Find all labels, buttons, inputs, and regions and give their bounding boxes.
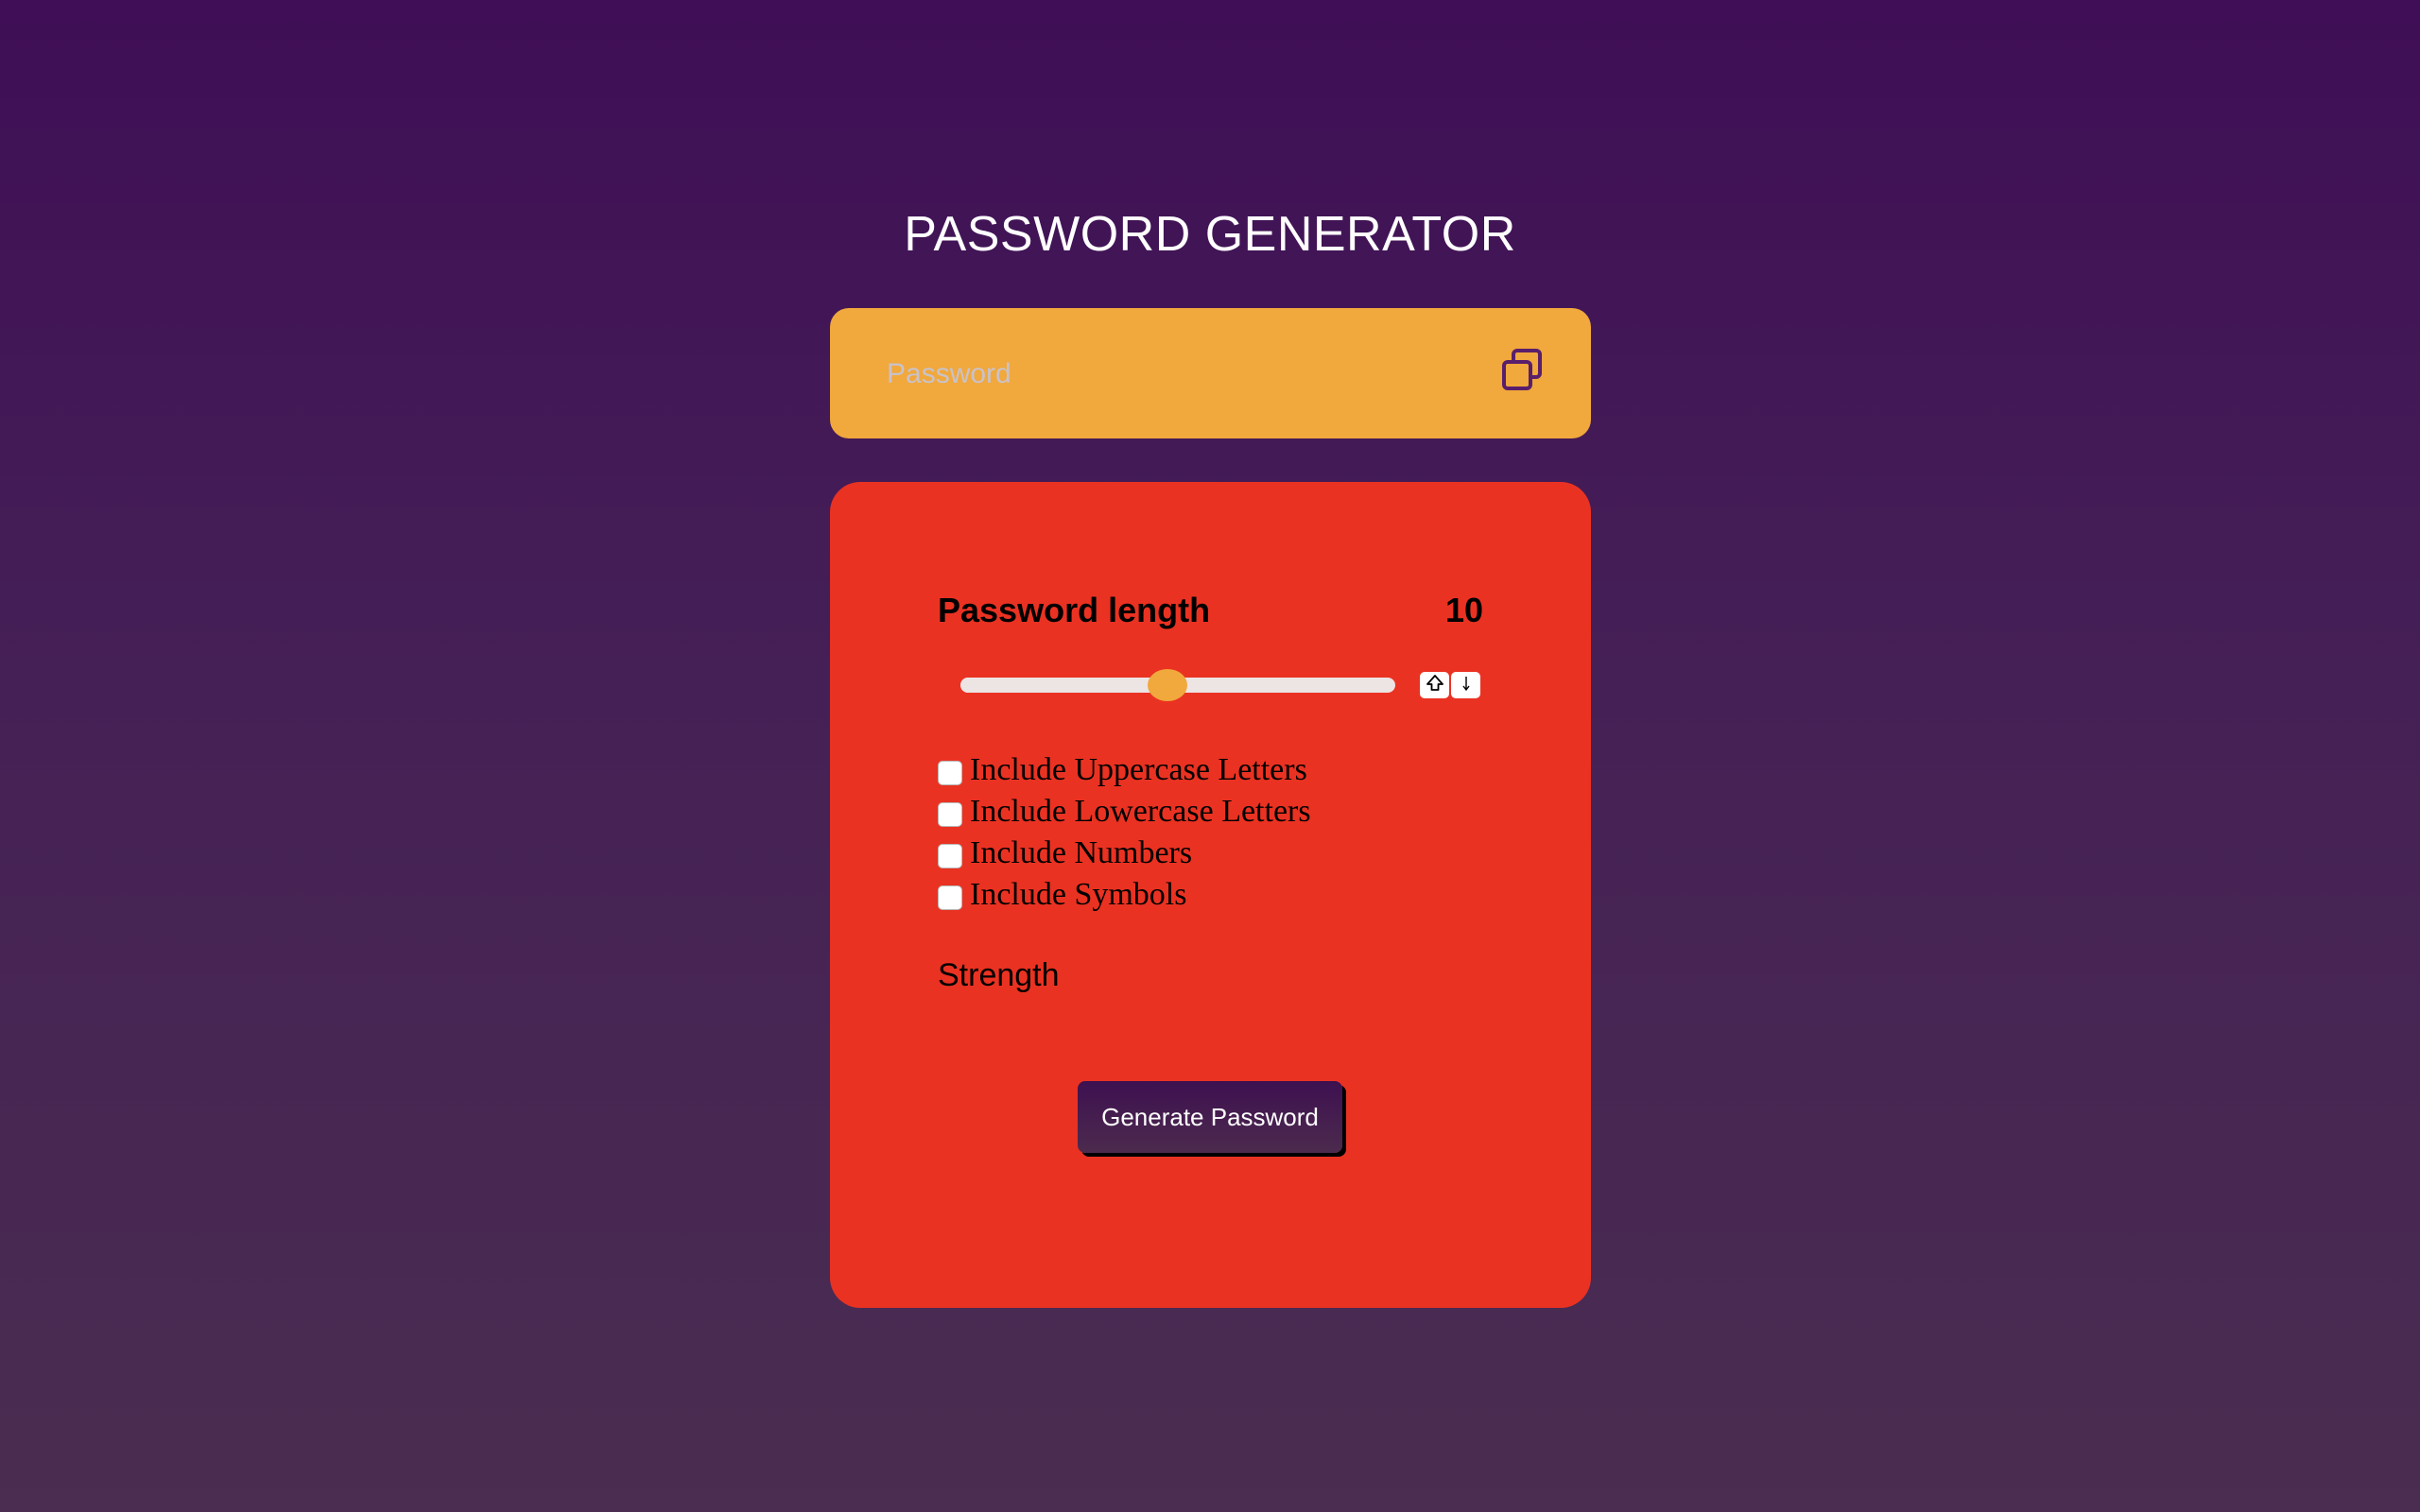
stepper-down-button[interactable] bbox=[1451, 672, 1480, 698]
symbols-label: Include Symbols bbox=[970, 877, 1187, 912]
lowercase-checkbox[interactable] bbox=[938, 802, 962, 827]
numbers-label: Include Numbers bbox=[970, 835, 1193, 870]
uppercase-checkbox[interactable] bbox=[938, 761, 962, 785]
option-uppercase[interactable]: Include Uppercase Letters bbox=[938, 749, 1505, 791]
slider-thumb[interactable] bbox=[1148, 669, 1187, 701]
lowercase-label: Include Lowercase Letters bbox=[970, 794, 1311, 829]
slider-track-fill bbox=[960, 678, 1167, 693]
page-title: PASSWORD GENERATOR bbox=[904, 207, 1516, 262]
character-options: Include Uppercase Letters Include Lowerc… bbox=[938, 749, 1505, 916]
uppercase-label: Include Uppercase Letters bbox=[970, 752, 1307, 787]
strength-label: Strength bbox=[938, 957, 1060, 993]
arrow-up-icon bbox=[1426, 674, 1444, 697]
stepper-up-button[interactable] bbox=[1420, 672, 1449, 698]
arrow-down-icon bbox=[1457, 674, 1476, 697]
password-length-slider[interactable] bbox=[960, 669, 1395, 701]
option-symbols[interactable]: Include Symbols bbox=[938, 874, 1505, 916]
settings-panel: Password length 10 Include Uppercase Let… bbox=[830, 482, 1591, 1308]
option-lowercase[interactable]: Include Lowercase Letters bbox=[938, 791, 1505, 833]
generate-password-button[interactable]: Generate Password bbox=[1078, 1081, 1342, 1153]
password-length-value: 10 bbox=[1444, 591, 1483, 629]
password-output-field[interactable] bbox=[885, 346, 1475, 403]
numbers-checkbox[interactable] bbox=[938, 844, 962, 868]
copy-button[interactable] bbox=[1494, 344, 1550, 401]
password-length-label: Password length bbox=[938, 591, 1211, 629]
symbols-checkbox[interactable] bbox=[938, 885, 962, 910]
length-stepper[interactable] bbox=[1420, 672, 1480, 698]
option-numbers[interactable]: Include Numbers bbox=[938, 833, 1505, 874]
password-display bbox=[830, 308, 1591, 438]
copy-icon bbox=[1499, 348, 1545, 398]
